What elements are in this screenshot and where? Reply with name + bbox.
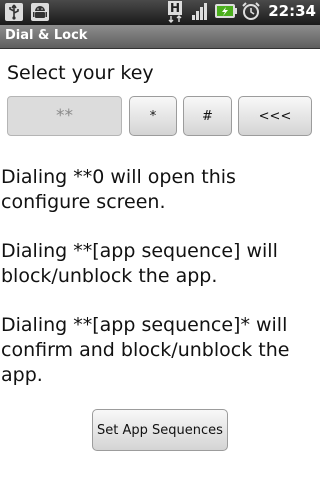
instruction-confirm-block: Dialing **[app sequence]* will confirm a… bbox=[1, 314, 290, 386]
status-bar: H 22:34 bbox=[0, 0, 320, 25]
hash-button[interactable]: # bbox=[183, 96, 232, 136]
usb-icon bbox=[4, 2, 24, 22]
title-bar: Dial & Lock bbox=[0, 25, 320, 49]
alarm-icon bbox=[241, 1, 261, 21]
select-key-label: Select your key bbox=[7, 62, 154, 84]
backspace-button[interactable]: <<< bbox=[238, 96, 312, 136]
key-display-field: ** bbox=[7, 96, 122, 136]
instruction-configure: Dialing **0 will open this configure scr… bbox=[1, 166, 236, 213]
status-bar-right: H 22:34 bbox=[168, 1, 316, 23]
android-debug-icon bbox=[30, 2, 50, 22]
status-bar-left bbox=[4, 2, 50, 22]
hsdpa-icon: H bbox=[168, 1, 188, 23]
battery-charging-icon bbox=[214, 1, 238, 21]
star-button[interactable]: * bbox=[129, 96, 177, 136]
set-app-sequences-button[interactable]: Set App Sequences bbox=[92, 409, 228, 451]
signal-icon bbox=[191, 1, 211, 21]
status-bar-clock: 22:34 bbox=[268, 2, 316, 20]
instruction-block-unblock: Dialing **[app sequence] will block/unbl… bbox=[1, 240, 278, 287]
app-title: Dial & Lock bbox=[5, 28, 88, 43]
svg-text:H: H bbox=[170, 1, 180, 15]
